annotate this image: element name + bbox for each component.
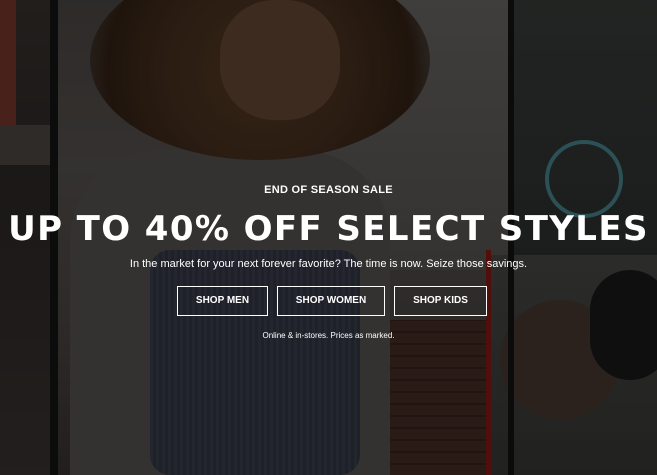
shop-men-button[interactable]: SHOP MEN xyxy=(177,286,268,316)
disclaimer: Online & in-stores. Prices as marked. xyxy=(262,331,395,340)
sale-headline: UP TO 40% OFF SELECT STYLES xyxy=(8,209,649,249)
hero-content: END OF SEASON SALE UP TO 40% OFF SELECT … xyxy=(0,0,657,475)
shop-kids-button[interactable]: SHOP KIDS xyxy=(394,286,487,316)
shop-buttons: SHOP MEN SHOP WOMEN SHOP KIDS xyxy=(0,286,657,316)
shop-women-button[interactable]: SHOP WOMEN xyxy=(277,286,385,316)
hero-banner: END OF SEASON SALE UP TO 40% OFF SELECT … xyxy=(0,0,657,475)
sale-subtext: In the market for your next forever favo… xyxy=(129,258,528,270)
sale-eyebrow: END OF SEASON SALE xyxy=(264,184,393,196)
